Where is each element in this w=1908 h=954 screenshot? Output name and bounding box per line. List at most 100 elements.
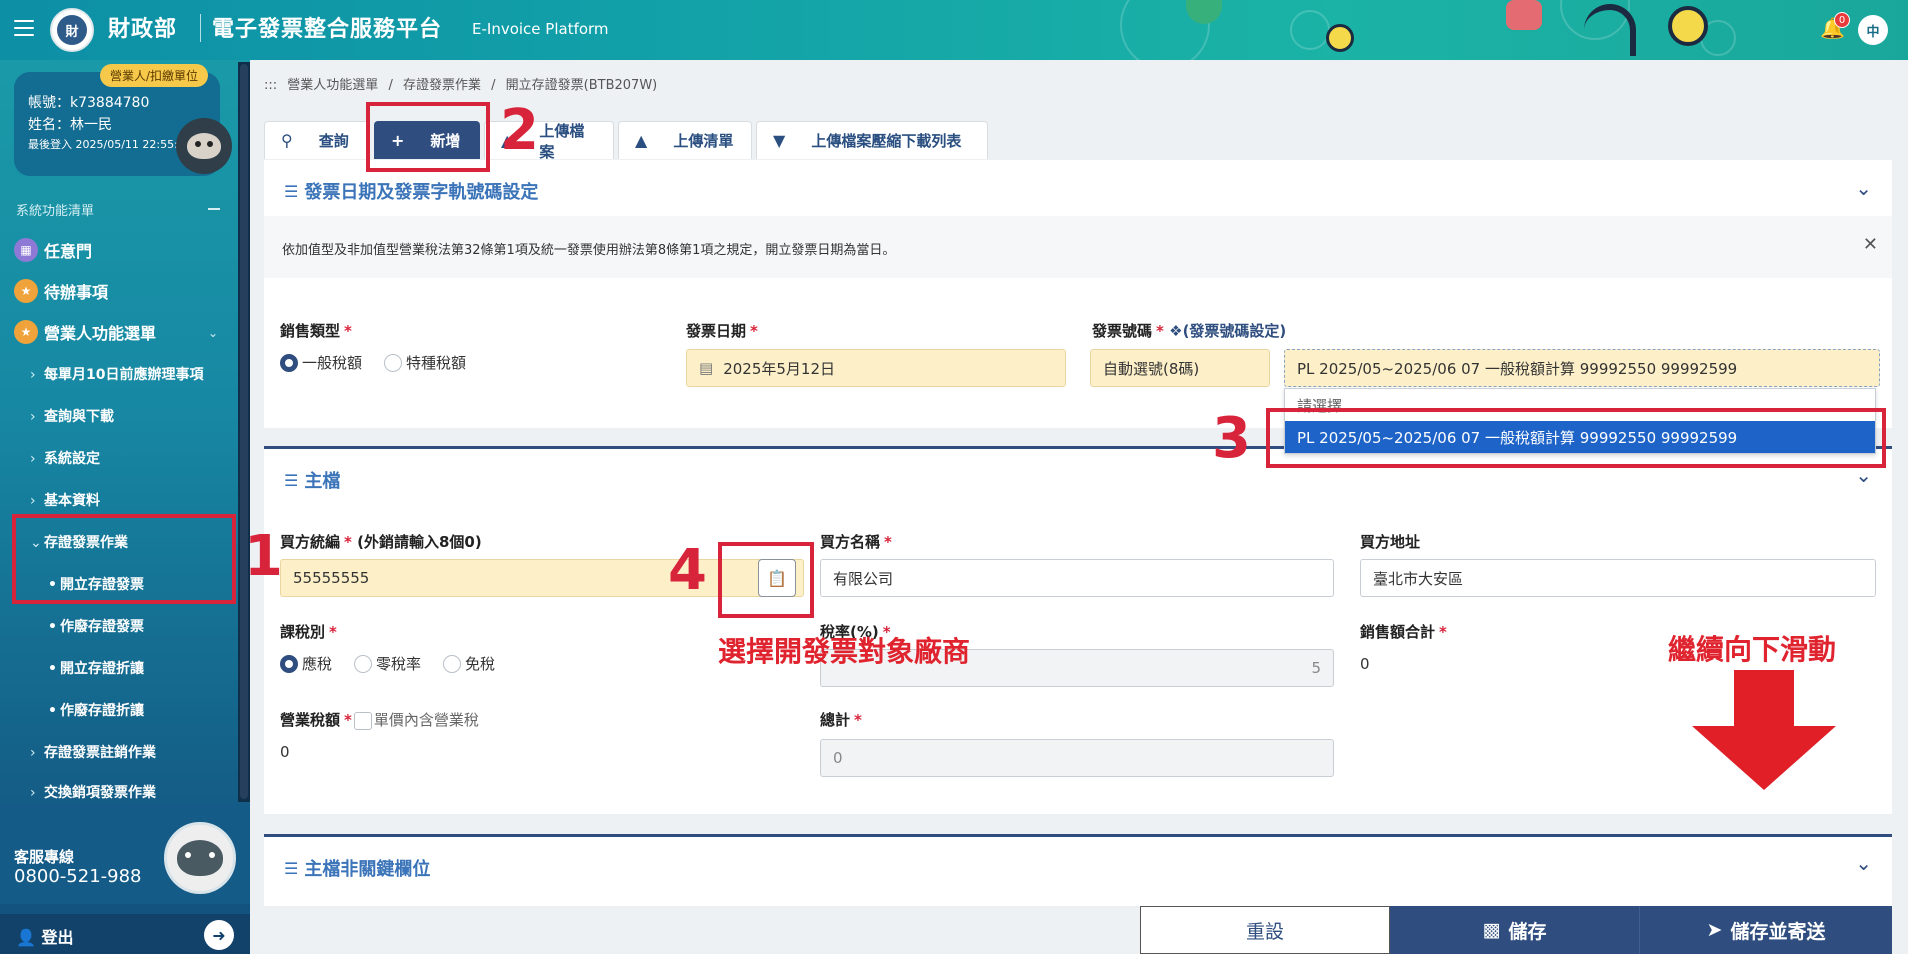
select-value: 自動選號(8碼): [1103, 359, 1200, 378]
sidebar-item-todo[interactable]: ★ 待辦事項: [14, 279, 108, 303]
radio-general-tax[interactable]: 一般稅額: [280, 352, 362, 373]
user-account: 帳號：k73884780: [28, 95, 150, 111]
bullet: •: [48, 661, 57, 677]
mascot-avatar: [176, 118, 232, 174]
sidebar-item-exchange[interactable]: › 交換銷項發票作業: [30, 782, 156, 802]
mascot-face: [177, 840, 223, 876]
unit-price-incl-checkbox[interactable]: [353, 711, 372, 730]
radio-button[interactable]: [280, 353, 298, 372]
number-setting-link[interactable]: (發票號碼設定): [1183, 322, 1287, 340]
sidebar-item-void-allowance[interactable]: • 作廢存證折讓: [48, 700, 144, 720]
sidebar-item-cancel[interactable]: › 存證發票註銷作業: [30, 742, 156, 762]
hamburger-menu-icon[interactable]: [14, 20, 34, 36]
label-text: 發票日期: [686, 322, 747, 340]
business-tax-value: 0: [280, 743, 290, 761]
tab-download-list[interactable]: ▼ 上傳檔案壓縮下載列表: [756, 121, 988, 159]
notice-banner: 依加值型及非加值型營業稅法第32條第1項及統一發票使用辦法第8條第1項之規定，開…: [264, 216, 1892, 278]
section-title-text: 主檔非關鍵欄位: [304, 859, 431, 880]
sidebar-item-basic-data[interactable]: › 基本資料: [30, 490, 100, 510]
platform-name-en: E-Invoice Platform: [472, 20, 609, 38]
sidebar-item-monthly[interactable]: › 每單月10日前應辦理事項: [30, 364, 203, 384]
buyer-name-input[interactable]: 有限公司: [820, 559, 1334, 597]
sidebar-item-issue-allowance[interactable]: • 開立存證折讓: [48, 658, 144, 678]
radio-button[interactable]: [443, 654, 462, 673]
invoice-date-field[interactable]: ▤ 2025年5月12日: [686, 349, 1066, 387]
sidebar-item-anydoor[interactable]: ▦ 任意門: [14, 238, 92, 262]
upload-list-icon: ▲: [635, 131, 648, 150]
language-button[interactable]: 中: [1858, 15, 1888, 45]
support-phone: 0800-521-988: [14, 866, 142, 887]
coin-icon: [1668, 6, 1708, 46]
invoice-number-label: 發票號碼 * ❖(發票號碼設定): [1092, 320, 1286, 341]
input-value: 0: [833, 749, 843, 767]
sidebar-item-query[interactable]: › 查詢與下載: [30, 406, 114, 426]
annotation-select-vendor: 選擇開發票對象廠商: [718, 635, 971, 668]
logout-label[interactable]: 👤 登出: [16, 924, 74, 948]
collapse-menu-icon[interactable]: [208, 208, 220, 210]
section-title[interactable]: ☰ 主檔: [284, 467, 340, 493]
auto-number-select[interactable]: 自動選號(8碼): [1090, 349, 1270, 387]
label-text: 總計: [820, 711, 851, 729]
paper-plane-icon: ➤: [1706, 919, 1723, 941]
required-mark: *: [344, 322, 352, 340]
label-text: 銷售類型: [280, 322, 341, 340]
list-icon: ☰: [284, 858, 299, 878]
annotation-box-4: [718, 542, 814, 618]
track-select[interactable]: PL 2025/05~2025/06 07 一般稅額計算 99992550 99…: [1284, 349, 1880, 387]
sidebar-item-label: 查詢與下載: [44, 409, 114, 425]
buyer-address-input[interactable]: 臺北市大安區: [1360, 559, 1876, 597]
breadcrumb-item[interactable]: 營業人功能選單: [287, 78, 378, 93]
invoice-date-label: 發票日期 *: [686, 320, 758, 341]
section-title[interactable]: ☰ 發票日期及發票字軌號碼設定: [284, 178, 538, 204]
close-icon[interactable]: ✕: [1863, 234, 1878, 255]
logout-icon[interactable]: ➜: [204, 920, 234, 950]
decor-bubble: [1290, 10, 1330, 50]
label-text: 課稅別: [280, 623, 326, 641]
required-mark: *: [854, 711, 862, 729]
sidebar-item-business-menu[interactable]: ★ 營業人功能選單: [14, 320, 156, 344]
chevron-right-icon: ›: [30, 745, 36, 761]
sidebar-item-void-invoice[interactable]: • 作廢存證發票: [48, 616, 144, 636]
chevron-down-icon[interactable]: ⌄: [1855, 851, 1872, 875]
sidebar-item-label: 作廢存證發票: [60, 619, 144, 635]
list-icon: ☰: [284, 470, 299, 490]
buyer-id-label: 買方統編 * (外銷請輸入8個0): [280, 531, 482, 552]
radio-button[interactable]: [280, 654, 298, 673]
radio-button[interactable]: [384, 353, 403, 372]
radio-special-tax[interactable]: 特種稅額: [384, 352, 466, 373]
tab-label: 上傳清單: [673, 132, 734, 150]
save-button[interactable]: ▩ 儲存: [1390, 906, 1640, 954]
section-title-text: 發票日期及發票字軌號碼設定: [304, 182, 539, 203]
mascot-avatar: [164, 822, 236, 894]
chevron-down-icon[interactable]: ⌄: [1855, 176, 1872, 200]
arrow-down-icon: [1692, 670, 1836, 790]
info-icon[interactable]: ❖: [1169, 322, 1182, 340]
radio-tax-free[interactable]: 免稅: [443, 653, 495, 674]
breadcrumb-item[interactable]: 存證發票作業: [403, 78, 481, 93]
list-icon: ☰: [284, 181, 299, 201]
buyer-name-label: 買方名稱 *: [820, 531, 892, 552]
radio-taxable[interactable]: 應稅: [280, 653, 332, 674]
save-and-send-button[interactable]: ➤ 儲存並寄送: [1640, 906, 1892, 954]
sidebar-item-label: 交換銷項發票作業: [44, 785, 156, 801]
radio-zero-rate[interactable]: 零稅率: [354, 653, 421, 674]
chevron-down-icon[interactable]: ⌄: [208, 326, 218, 340]
sidebar-item-settings[interactable]: › 系統設定: [30, 448, 100, 468]
tab-label: 查詢: [318, 132, 349, 150]
sidebar-item-label: 每單月10日前應辦理事項: [44, 367, 204, 383]
section-title[interactable]: ☰ 主檔非關鍵欄位: [284, 855, 430, 881]
breadcrumb-marker: :::: [264, 78, 278, 93]
ministry-logo[interactable]: 財: [50, 8, 94, 52]
top-bar: 財 財政部 電子發票整合服務平台 E-Invoice Platform 🔔 0 …: [0, 0, 1908, 60]
tax-type-label: 課稅別 *: [280, 621, 337, 642]
radio-button[interactable]: [354, 654, 373, 673]
reset-button[interactable]: 重設: [1140, 906, 1390, 954]
sales-total-label: 銷售額合計 *: [1360, 621, 1447, 642]
sidebar-scrollbar-thumb[interactable]: [240, 64, 248, 799]
tab-query[interactable]: ⚲ 查詢: [264, 121, 370, 159]
star-icon: ★: [14, 279, 38, 303]
tab-upload-list[interactable]: ▲ 上傳清單: [618, 121, 752, 159]
annotation-box-1: [12, 514, 236, 604]
required-mark: *: [1156, 322, 1164, 340]
annotation-number-2: 2: [500, 98, 539, 163]
